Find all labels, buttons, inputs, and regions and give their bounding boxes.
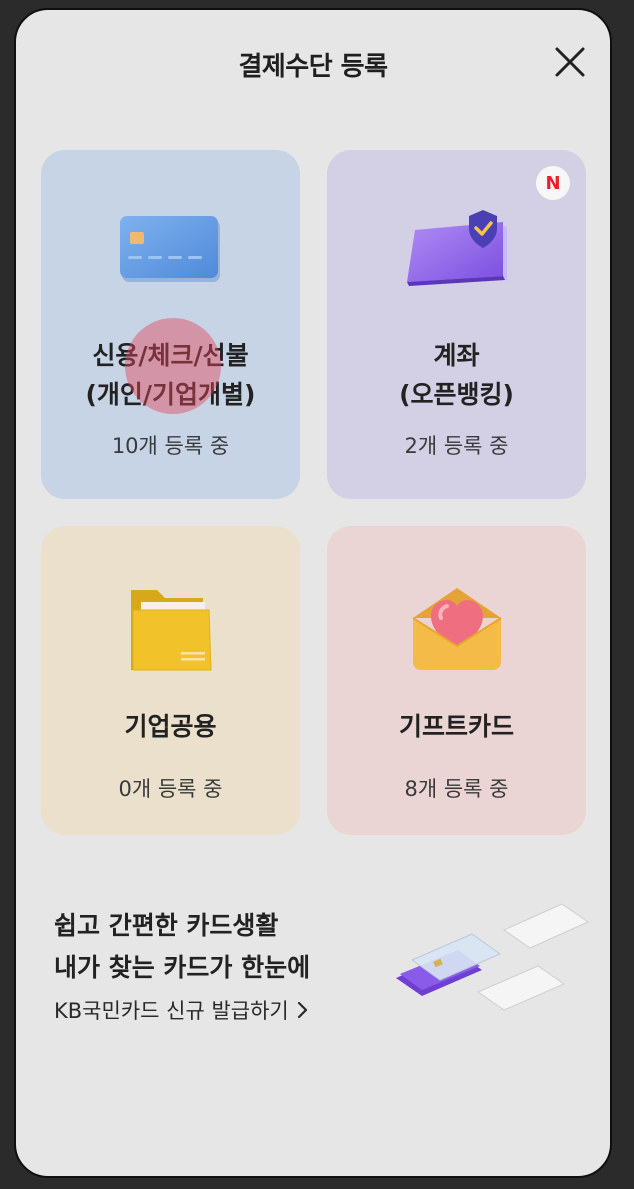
promo-banner[interactable]: 쉽고 간편한 카드생활 내가 찾는 카드가 한눈에 KB국민카드 신규 발급하기 [16, 870, 610, 1070]
promo-link-label: KB국민카드 신규 발급하기 [54, 999, 289, 1023]
tile-title-line1: 계좌 [433, 341, 480, 370]
tile-bank-account[interactable]: N 계좌 (오픈뱅킹) 2개 등록 중 [327, 150, 586, 499]
new-badge: N [536, 166, 570, 200]
promo-headline-line1: 쉽고 간편한 카드생활 [54, 911, 279, 940]
close-button[interactable] [552, 44, 588, 80]
card-stack-illustration [392, 900, 592, 1035]
page-title: 결제수단 등록 [238, 52, 388, 82]
tile-count: 8개 등록 중 [404, 777, 509, 801]
tile-title-line2: (오픈뱅킹) [399, 380, 514, 409]
promo-headline-line2: 내가 찾는 카드가 한눈에 [54, 953, 311, 982]
tile-title: 기프트카드 [398, 712, 514, 741]
folder-icon [41, 580, 300, 676]
tile-title-line2: (개인/기업개별) [85, 380, 256, 409]
heart-envelope-icon [327, 584, 586, 674]
payment-method-screen: 결제수단 등록 신용/체크/선불 (개인/기업개별) 10개 등록 중 N 계좌… [14, 8, 612, 1178]
tile-count: 10개 등록 중 [111, 434, 230, 458]
tile-gift-card[interactable]: 기프트카드 8개 등록 중 [327, 526, 586, 835]
bank-account-shield-icon [327, 206, 586, 290]
tile-title: 기업공용 [124, 712, 217, 741]
tile-count: 2개 등록 중 [404, 434, 509, 458]
tile-credit-check-prepaid[interactable]: 신용/체크/선불 (개인/기업개별) 10개 등록 중 [41, 150, 300, 499]
credit-card-icon [41, 212, 300, 288]
promo-link[interactable]: KB국민카드 신규 발급하기 [54, 995, 309, 1025]
header: 결제수단 등록 [16, 10, 610, 114]
tile-count: 0개 등록 중 [118, 777, 223, 801]
tile-corporate-shared[interactable]: 기업공용 0개 등록 중 [41, 526, 300, 835]
tile-title-line1: 신용/체크/선불 [92, 341, 249, 370]
chevron-right-icon [297, 1001, 307, 1019]
close-icon [555, 47, 585, 77]
